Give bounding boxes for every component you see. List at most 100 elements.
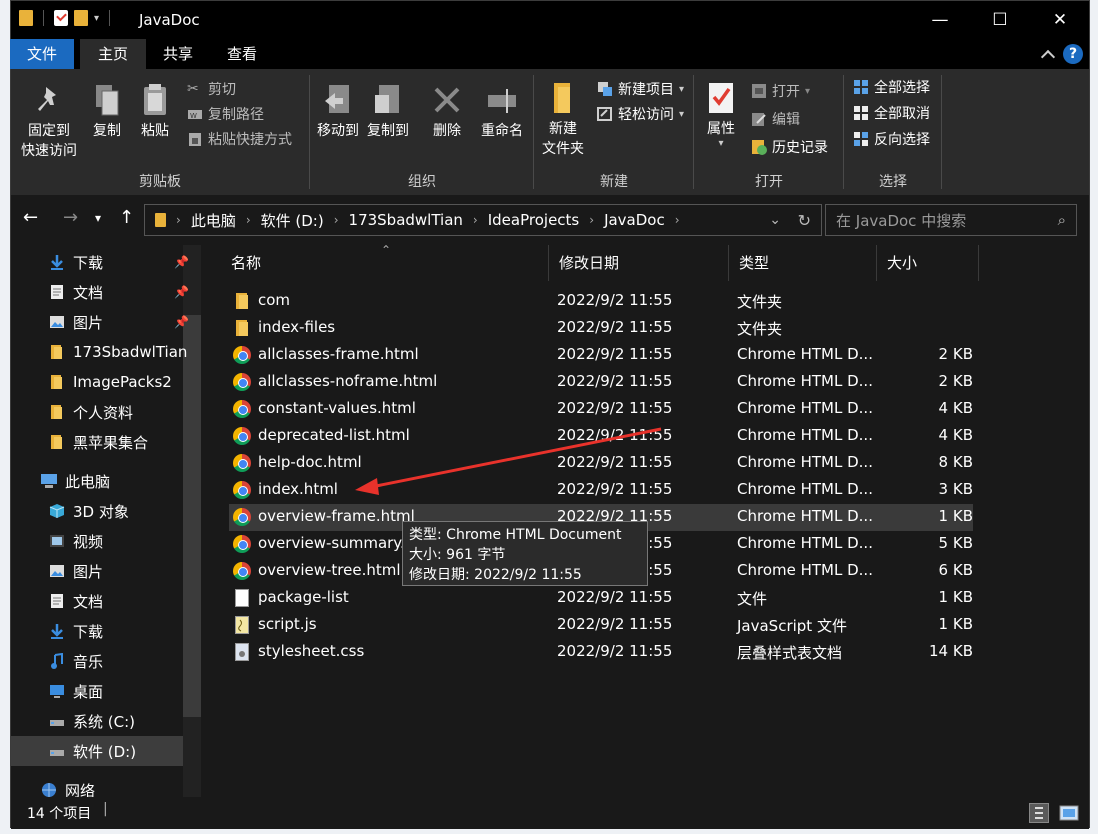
search-icon[interactable]: ⌕: [1058, 211, 1066, 229]
move-to-icon: [323, 83, 353, 117]
nav-pc-item[interactable]: 桌面: [49, 676, 189, 706]
select-group: 全部选择 全部取消 反向选择 选择: [845, 69, 941, 195]
select-all-icon: [853, 79, 869, 95]
move-to-button[interactable]: 移动到: [315, 83, 361, 141]
music-icon: [49, 652, 65, 669]
document-icon: [49, 593, 65, 609]
breadcrumb-drive-d[interactable]: 软件 (D:): [261, 210, 324, 231]
properties-quick-icon[interactable]: [54, 10, 68, 26]
collapse-ribbon-icon[interactable]: [1040, 49, 1056, 65]
new-item-button[interactable]: 新建项目 ▾: [597, 77, 684, 101]
delete-button[interactable]: 删除: [427, 83, 467, 141]
breadcrumb-this-pc[interactable]: 此电脑: [191, 210, 236, 231]
pin-icon[interactable]: 📌: [174, 315, 189, 329]
nav-pc-item[interactable]: 视频: [49, 526, 189, 556]
breadcrumb-173sbadwltian[interactable]: 173SbadwlTian: [349, 211, 463, 229]
new-group: 新建 文件夹 新建项目 ▾ 轻松访问 ▾ 新建: [535, 69, 693, 195]
nav-item-label: 音乐: [73, 652, 104, 671]
select-group-title: 选择: [879, 174, 907, 190]
nav-quick-item[interactable]: 173SbadwlTian: [49, 337, 189, 367]
new-group-title: 新建: [600, 174, 628, 190]
forward-arrow-icon[interactable]: →: [63, 207, 78, 228]
open-button[interactable]: 打开 ▾: [751, 79, 810, 103]
nav-item-label: 软件 (D:): [73, 742, 137, 761]
edit-button[interactable]: 编辑: [751, 107, 800, 131]
tab-share[interactable]: 共享: [147, 39, 209, 69]
nav-pc-item[interactable]: 系统 (C:): [49, 706, 189, 736]
back-arrow-icon[interactable]: ←: [23, 207, 38, 228]
help-icon[interactable]: ?: [1063, 44, 1083, 64]
refresh-icon[interactable]: ↻: [798, 211, 811, 230]
recent-locations-icon[interactable]: ▾: [95, 211, 101, 225]
address-row: ← → ▾ ↑ › 此电脑 › 软件 (D:) › 173SbadwlTian …: [11, 197, 1089, 243]
new-folder-quick-icon[interactable]: [74, 10, 88, 26]
chevron-right-icon: ›: [176, 213, 181, 227]
select-all-button[interactable]: 全部选择: [853, 75, 930, 99]
nav-quick-item[interactable]: ImagePacks2: [49, 367, 189, 397]
tab-view[interactable]: 查看: [211, 39, 273, 69]
nav-quick-item[interactable]: 文档 📌: [49, 277, 189, 307]
nav-quick-item[interactable]: 黑苹果集合: [49, 427, 189, 457]
nav-pc-item[interactable]: 3D 对象: [49, 496, 189, 526]
tab-home[interactable]: 主页: [80, 39, 146, 69]
document-icon: [49, 284, 65, 300]
tab-file[interactable]: 文件: [10, 39, 74, 69]
new-folder-icon: [548, 81, 578, 115]
invert-selection-button[interactable]: 反向选择: [853, 127, 930, 151]
nav-quick-item[interactable]: 下载 📌: [49, 247, 189, 277]
rename-icon: [487, 83, 517, 117]
nav-pc-item[interactable]: 文档: [49, 586, 189, 616]
chevron-down-icon[interactable]: ⌄: [769, 212, 781, 228]
folder-icon: [49, 344, 65, 360]
nav-pc-item[interactable]: 软件 (D:): [11, 736, 183, 766]
nav-item-label: 黑苹果集合: [73, 433, 149, 452]
tooltip-modified: 修改日期: 2022/9/2 11:55: [409, 567, 582, 583]
rename-button[interactable]: 重命名: [477, 83, 527, 141]
details-view-icon[interactable]: [1029, 803, 1049, 823]
nav-pc-item[interactable]: 下载: [49, 616, 189, 646]
maximize-button[interactable]: ☐: [969, 1, 1031, 39]
item-count: 14 个项目: [27, 806, 92, 822]
pin-icon[interactable]: 📌: [174, 255, 189, 269]
chevron-right-icon: ›: [245, 213, 251, 227]
tooltip-size: 大小: 961 字节: [409, 547, 506, 563]
up-arrow-icon[interactable]: ↑: [119, 207, 134, 228]
paste-icon: [140, 83, 170, 117]
computer-icon: [41, 473, 57, 489]
edit-icon: [751, 111, 767, 127]
close-button[interactable]: ✕: [1029, 1, 1091, 39]
nav-item-label: 图片: [73, 562, 104, 581]
paste-shortcut-button[interactable]: 粘贴快捷方式: [187, 127, 292, 151]
nav-quick-item[interactable]: 个人资料: [49, 397, 189, 427]
easy-access-button[interactable]: 轻松访问 ▾: [597, 102, 684, 126]
copy-to-icon: [373, 83, 403, 117]
history-button[interactable]: 历史记录: [751, 135, 828, 159]
search-input[interactable]: 在 JavaDoc 中搜索 ⌕: [825, 204, 1077, 236]
copy-path-button[interactable]: W 复制路径: [187, 102, 264, 126]
select-none-button[interactable]: 全部取消: [853, 101, 930, 125]
breadcrumb-ideaprojects[interactable]: IdeaProjects: [488, 211, 580, 229]
large-icons-view-icon[interactable]: [1059, 803, 1079, 823]
cut-button[interactable]: ✂ 剪切: [187, 77, 236, 101]
chevron-right-icon: ›: [333, 213, 339, 227]
chevron-right-icon: ›: [472, 213, 478, 227]
new-folder-button[interactable]: 新建 文件夹: [535, 81, 591, 159]
quick-access-dropdown-icon[interactable]: ▾: [94, 13, 99, 24]
breadcrumb-javadoc[interactable]: JavaDoc: [604, 211, 665, 229]
nav-pc-item[interactable]: 音乐: [49, 646, 189, 676]
pin-icon[interactable]: 📌: [174, 285, 189, 299]
pin-quick-access-button[interactable]: 固定到 快速访问: [17, 83, 81, 161]
minimize-button[interactable]: —: [909, 1, 971, 39]
nav-network[interactable]: 网络: [41, 775, 181, 797]
properties-button[interactable]: 属性 ▾: [701, 81, 741, 149]
nav-this-pc[interactable]: 此电脑: [41, 466, 181, 496]
easy-access-icon: [597, 106, 613, 122]
copy-to-button[interactable]: 复制到: [365, 83, 411, 141]
window-title: JavaDoc: [139, 11, 200, 29]
address-bar[interactable]: › 此电脑 › 软件 (D:) › 173SbadwlTian › IdeaPr…: [144, 204, 822, 236]
paste-button[interactable]: 粘贴: [135, 83, 175, 141]
copy-button[interactable]: 复制: [87, 83, 127, 141]
nav-pc-item[interactable]: 图片: [49, 556, 189, 586]
svg-text:W: W: [190, 112, 197, 120]
nav-quick-item[interactable]: 图片 📌: [49, 307, 189, 337]
